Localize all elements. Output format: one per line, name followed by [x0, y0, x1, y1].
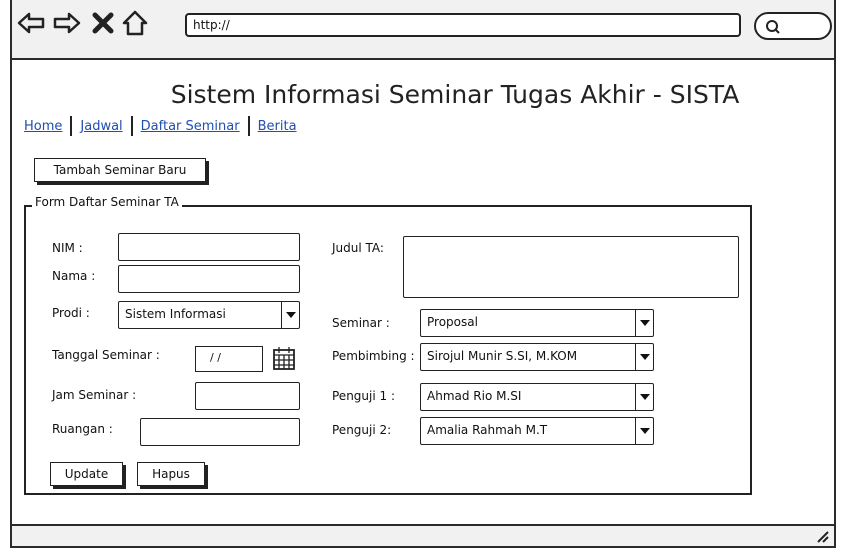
page-title: Sistem Informasi Seminar Tugas Akhir - S… [170, 80, 740, 109]
penguji2-label: Penguji 2: [332, 423, 392, 437]
nama-input[interactable] [118, 265, 300, 293]
calendar-icon[interactable] [272, 345, 296, 371]
main-menu: Home Jadwal Daftar Seminar Berita [24, 116, 297, 136]
penguji2-select[interactable]: Amalia Rahmah M.T [420, 417, 654, 445]
menu-separator [70, 116, 73, 136]
form-legend: Form Daftar Seminar TA [32, 195, 182, 209]
seminar-select[interactable]: Proposal [420, 309, 654, 337]
nama-label: Nama : [52, 269, 96, 283]
address-bar[interactable]: http:// [185, 13, 741, 37]
prodi-label: Prodi : [52, 306, 90, 320]
close-icon[interactable] [88, 8, 118, 38]
status-bar [12, 524, 834, 546]
penguji1-select[interactable]: Ahmad Rio M.SI [420, 383, 654, 411]
prodi-select[interactable]: Sistem Informasi [118, 301, 300, 329]
nim-label: NIM : [52, 241, 83, 255]
ruangan-input[interactable] [140, 418, 300, 446]
menu-item-home[interactable]: Home [24, 119, 62, 134]
ruangan-label: Ruangan : [52, 422, 113, 436]
jam-label: Jam Seminar : [52, 388, 137, 402]
chevron-down-icon[interactable] [281, 302, 299, 328]
judul-label: Judul TA: [332, 241, 384, 255]
browser-toolbar: http:// [12, 0, 834, 60]
menu-item-jadwal[interactable]: Jadwal [80, 119, 122, 134]
seminar-label: Seminar : [332, 316, 390, 330]
tanggal-label: Tanggal Seminar : [52, 348, 160, 362]
search-icon [766, 20, 780, 34]
pembimbing-select[interactable]: Sirojul Munir S.SI, M.KOM [420, 343, 654, 371]
chevron-down-icon[interactable] [635, 384, 653, 410]
tanggal-input[interactable]: / / [195, 346, 263, 372]
prodi-value: Sistem Informasi [125, 307, 226, 321]
nim-input[interactable] [118, 233, 300, 261]
penguji1-label: Penguji 1 : [332, 389, 395, 403]
chevron-down-icon[interactable] [635, 310, 653, 336]
delete-button[interactable]: Hapus [137, 462, 205, 486]
menu-item-berita[interactable]: Berita [258, 119, 297, 134]
resize-icon[interactable] [814, 528, 830, 544]
penguji1-value: Ahmad Rio M.SI [427, 389, 522, 403]
seminar-value: Proposal [427, 315, 478, 329]
menu-separator [247, 116, 250, 136]
home-icon[interactable] [120, 8, 150, 38]
update-button[interactable]: Update [50, 462, 123, 486]
pembimbing-value: Sirojul Munir S.SI, M.KOM [427, 349, 578, 363]
penguji2-value: Amalia Rahmah M.T [427, 423, 548, 437]
pembimbing-label: Pembimbing : [332, 349, 415, 363]
menu-separator [130, 116, 133, 136]
menu-item-daftar-seminar[interactable]: Daftar Seminar [141, 119, 240, 134]
forward-icon[interactable] [52, 8, 82, 38]
add-seminar-button[interactable]: Tambah Seminar Baru [34, 158, 206, 182]
judul-textarea[interactable] [403, 236, 739, 298]
chevron-down-icon[interactable] [635, 344, 653, 370]
search-button[interactable] [754, 12, 832, 40]
jam-input[interactable] [195, 382, 300, 410]
chevron-down-icon[interactable] [635, 418, 653, 444]
back-icon[interactable] [16, 8, 46, 38]
